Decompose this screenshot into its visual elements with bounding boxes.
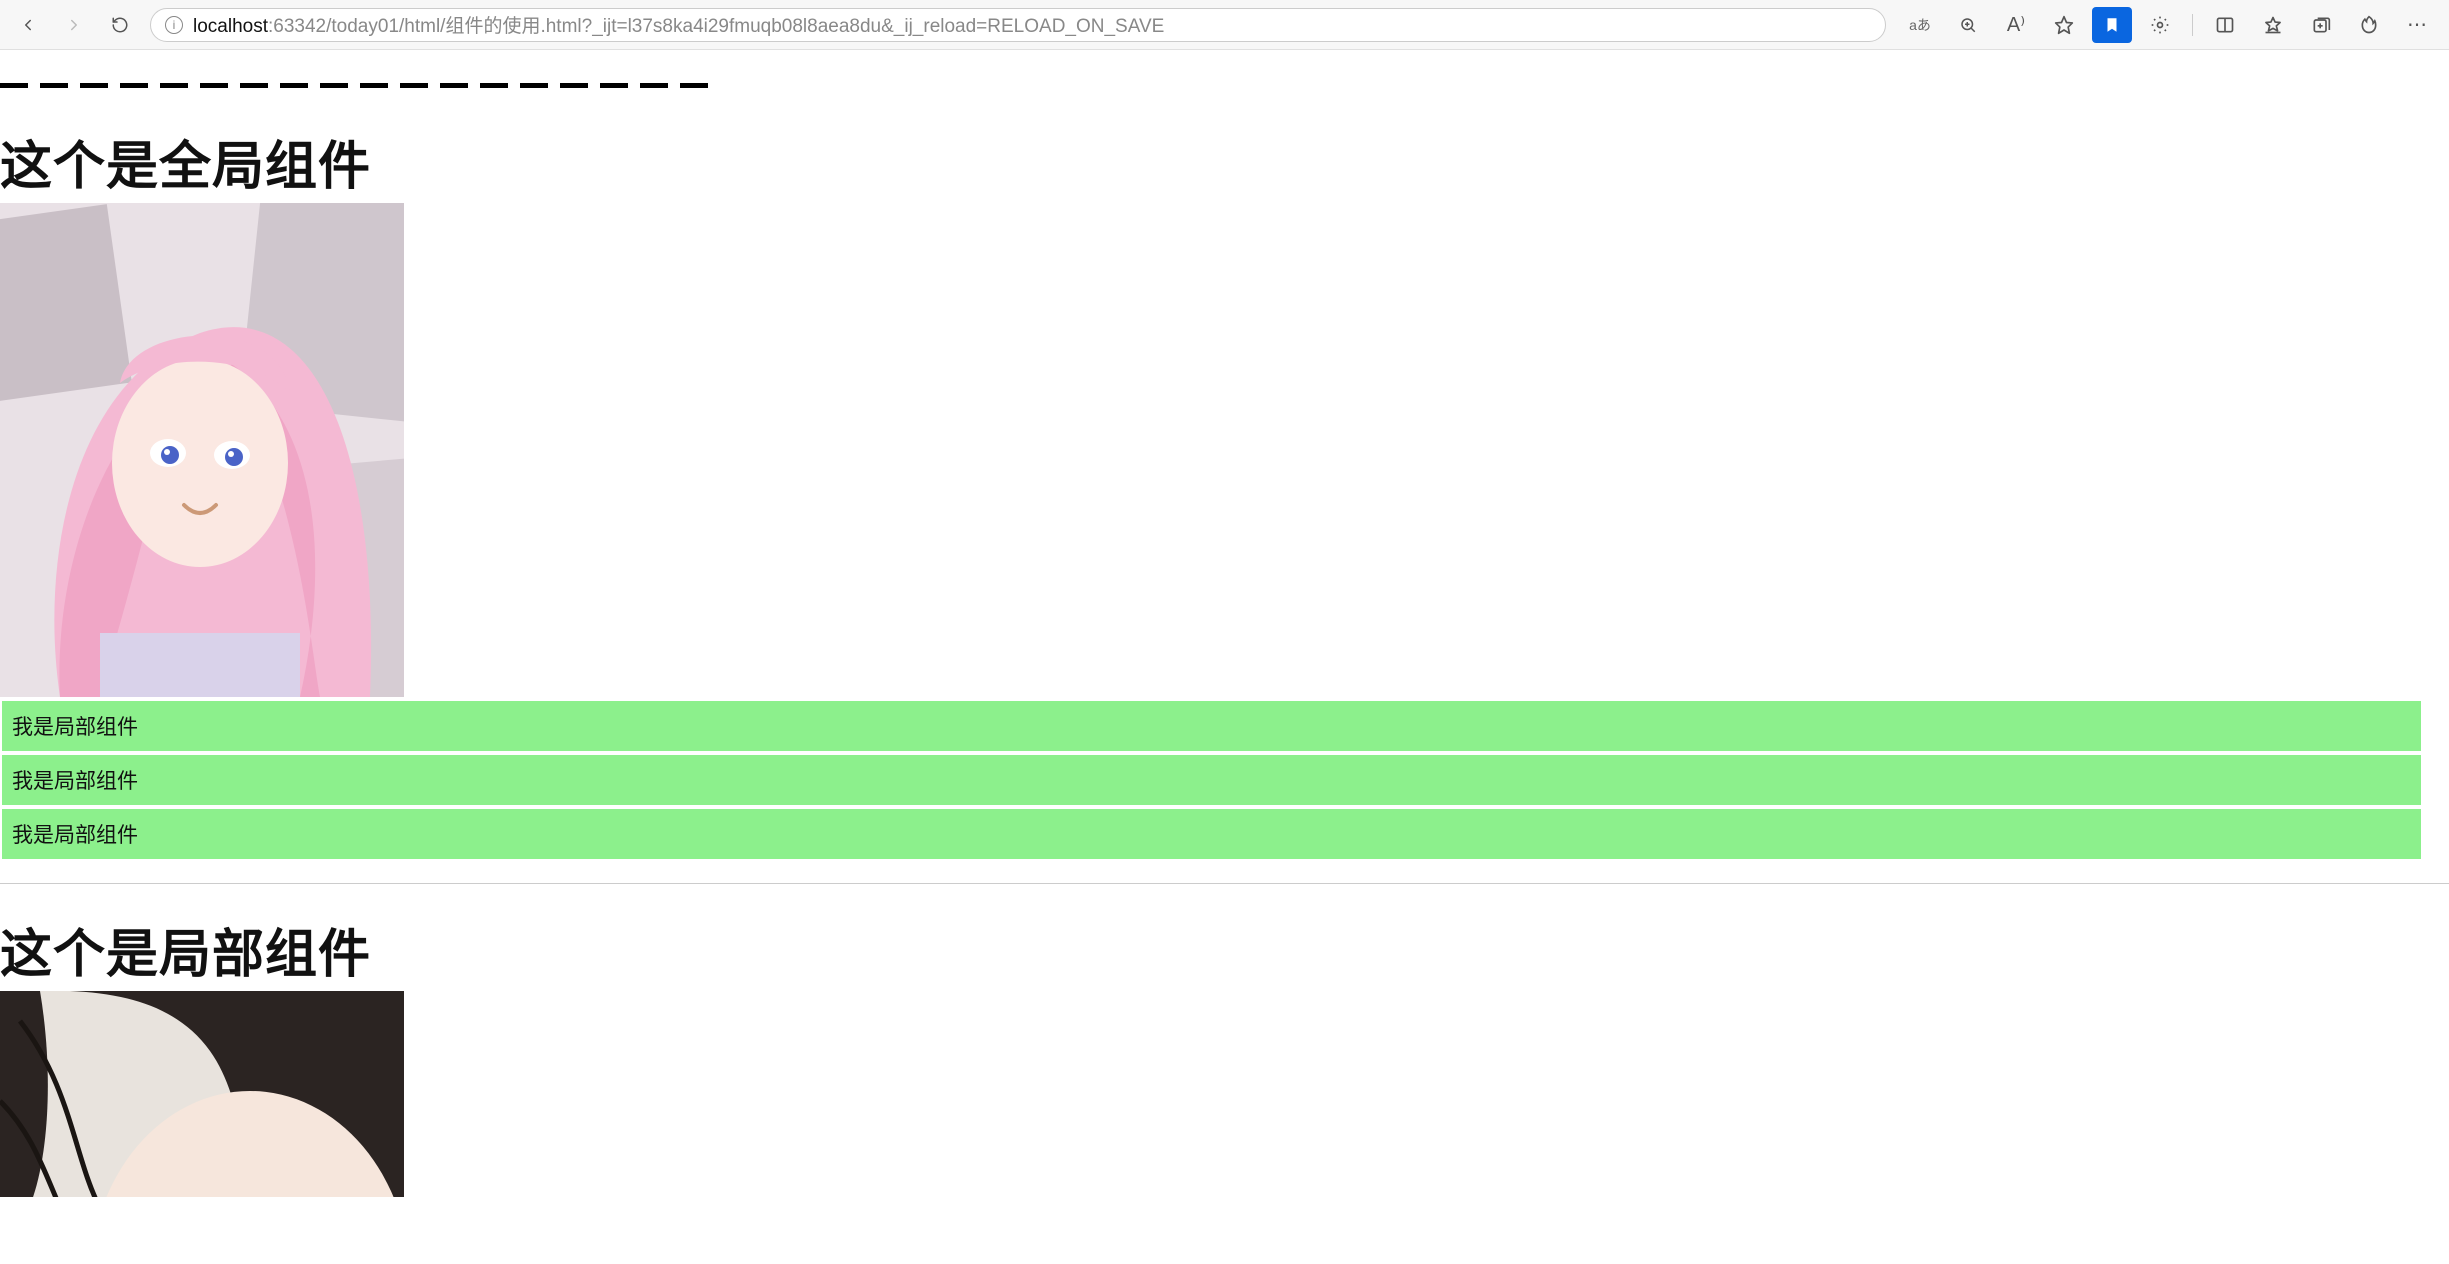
local-component-heading: 这个是局部组件 [0,912,2449,987]
toolbar-separator [2192,14,2193,36]
collections-button[interactable] [2301,7,2341,43]
local-component-bar: 我是局部组件 [2,755,2421,805]
browser-toolbar: i localhost:63342/today01/html/组件的使用.htm… [0,0,2449,50]
global-component-image [0,203,404,697]
local-component-bar: 我是局部组件 [2,701,2421,751]
address-bar[interactable]: i localhost:63342/today01/html/组件的使用.htm… [150,8,1886,42]
url-path: :63342/today01/html/组件的使用.html?_ijt=l37s… [268,16,1164,37]
performance-button[interactable] [2349,7,2389,43]
back-button[interactable] [12,9,44,41]
page-content: 这个是全局组件 我是局部组件 我是局部组件 我是局部组件 这个是局部组件 [0,74,2449,1197]
global-component-heading: 这个是全局组件 [0,124,2449,199]
forward-button[interactable] [58,9,90,41]
site-info-icon[interactable]: i [165,16,183,34]
dashed-divider [0,74,2449,96]
section-divider [0,883,2449,884]
favorites-list-button[interactable] [2253,7,2293,43]
extensions-button[interactable] [2140,7,2180,43]
refresh-button[interactable] [104,9,136,41]
read-aloud-button[interactable]: A⁾ [1996,7,2036,43]
url-host: localhost [193,16,268,37]
split-screen-button[interactable] [2205,7,2245,43]
url-text: localhost:63342/today01/html/组件的使用.html?… [193,11,1164,38]
zoom-button[interactable] [1948,7,1988,43]
extension-active-button[interactable] [2092,7,2132,43]
local-component-list: 我是局部组件 我是局部组件 我是局部组件 [0,701,2449,859]
toolbar-right: aあ A⁾ ⋯ [1900,7,2437,43]
local-component-bar: 我是局部组件 [2,809,2421,859]
translate-button[interactable]: aあ [1900,7,1940,43]
local-component-image [0,991,404,1197]
favorite-button[interactable] [2044,7,2084,43]
more-button[interactable]: ⋯ [2397,7,2437,43]
